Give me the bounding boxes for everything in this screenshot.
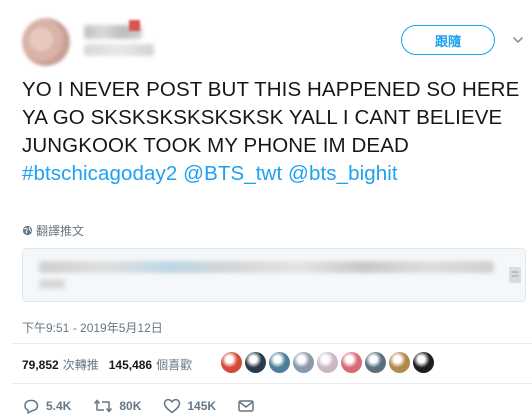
liker-avatar[interactable] [269,352,290,373]
media-icon [509,267,521,283]
retweet-count: 80K [119,399,142,413]
liker-avatar[interactable] [341,352,362,373]
tweet-text: YO I NEVER POST BUT THIS HAPPENED SO HER… [22,76,527,188]
liker-avatar[interactable] [293,352,314,373]
translate-label: 翻譯推文 [36,224,85,238]
liker-avatar[interactable] [221,352,242,373]
translate-tweet-link[interactable]: 翻譯推文 [22,222,84,239]
direct-message-button[interactable] [238,399,260,413]
author-avatar[interactable] [22,18,70,66]
action-bar: 5.4K 80K 145K [22,398,282,414]
liker-avatar[interactable] [317,352,338,373]
card-text-redacted [39,261,494,273]
heart-icon [164,398,181,414]
embedded-card-redacted[interactable] [22,248,526,302]
chevron-down-icon[interactable] [511,33,525,47]
tweet-stats: 79,852 次轉推 145,486 個喜歡 [22,356,192,373]
liker-avatar[interactable] [245,352,266,373]
liker-avatars [221,352,437,373]
reply-count: 5.4K [46,399,72,413]
retweet-stat[interactable]: 79,852 次轉推 [22,356,99,373]
envelope-icon [238,400,254,412]
liker-avatar[interactable] [413,352,434,373]
retweet-icon [94,399,113,413]
hashtag-link[interactable]: #btschicagoday2 [22,162,177,185]
like-button[interactable]: 145K [163,398,216,414]
like-count: 145K [187,399,217,413]
mention-link-bts-bighit[interactable]: @bts_bighit [288,162,398,185]
tweet-text-plain: YO I NEVER POST BUT THIS HAPPENED SO HER… [22,78,520,157]
author-emoji-redacted [129,20,140,31]
follow-button[interactable]: 跟隨 [401,25,495,55]
liker-avatar[interactable] [389,352,410,373]
divider [12,343,532,344]
author-handle-redacted[interactable] [84,44,154,56]
retweet-button[interactable]: 80K [93,398,141,414]
liker-avatar[interactable] [365,352,386,373]
reply-button[interactable]: 5.4K [22,398,71,414]
reply-icon [24,399,39,414]
tweet-timestamp[interactable]: 下午9:51 - 2019年5月12日 [22,319,163,336]
mention-link-bts-twt[interactable]: @BTS_twt [183,162,282,185]
globe-icon [22,225,33,236]
divider [12,383,532,384]
card-text-redacted-2 [39,279,65,289]
like-stat[interactable]: 145,486 個喜歡 [109,356,192,373]
